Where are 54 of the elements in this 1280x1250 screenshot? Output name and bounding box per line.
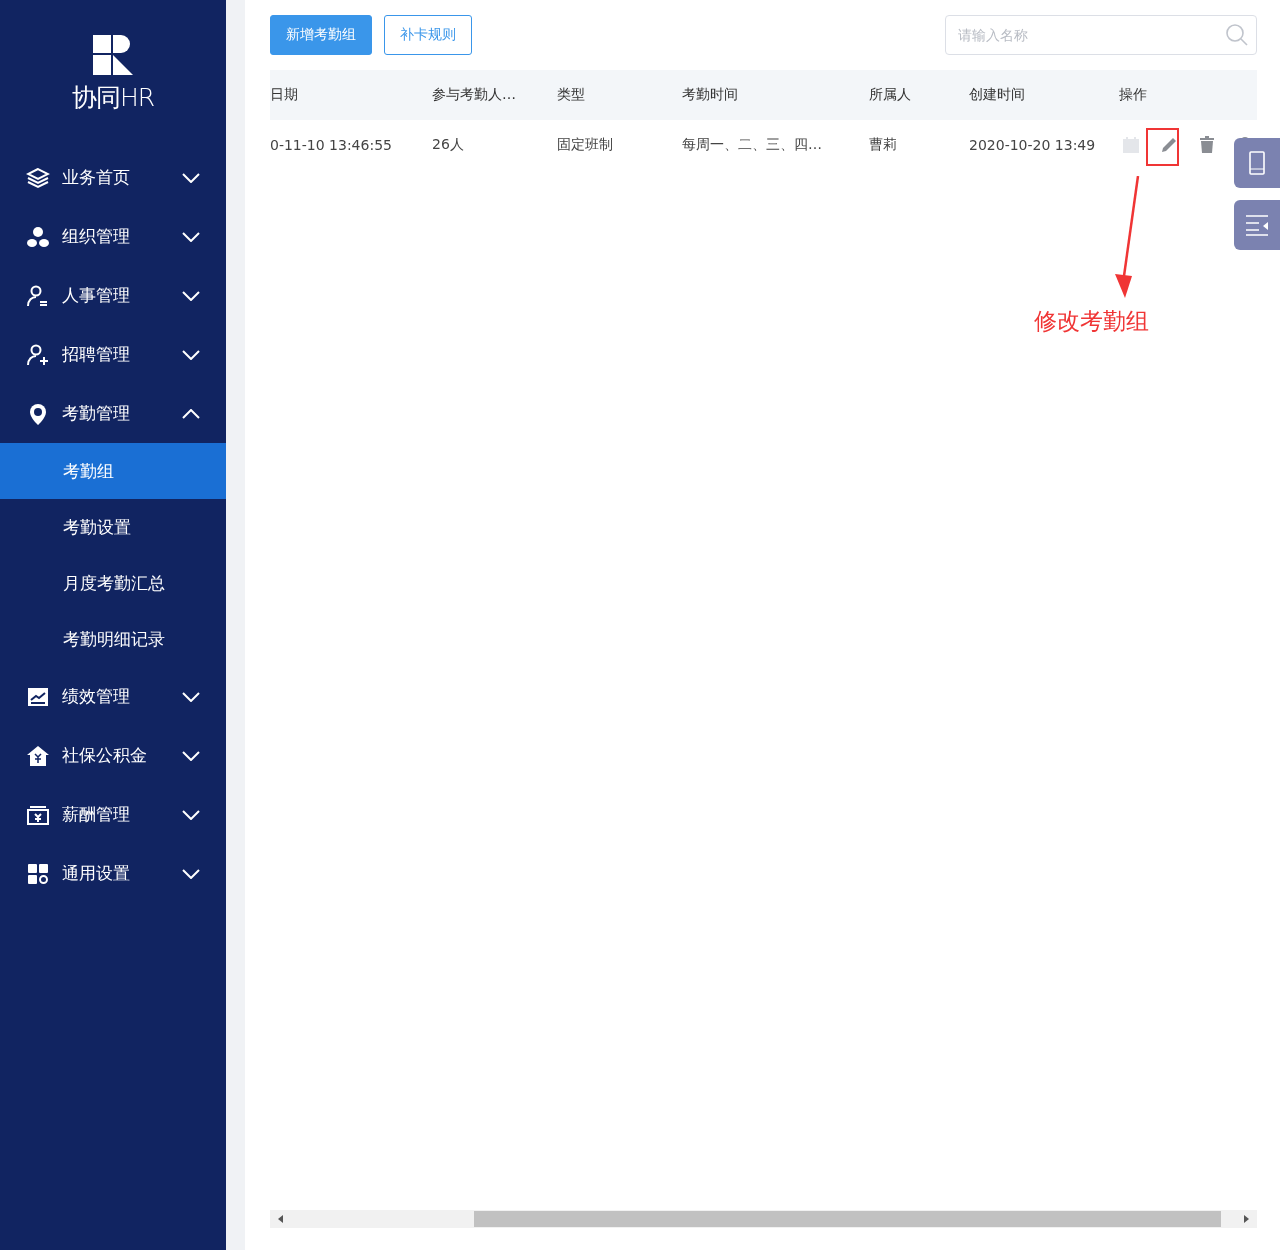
chevron-down-icon: [182, 231, 200, 242]
menu-item[interactable]: 绩效管理: [0, 667, 226, 726]
menu-item[interactable]: 人事管理: [0, 266, 226, 325]
submenu-item[interactable]: 考勤设置: [0, 499, 226, 555]
list-collapse-button[interactable]: [1234, 200, 1280, 250]
menu-item[interactable]: 薪酬管理: [0, 785, 226, 844]
tablet-icon: [1249, 151, 1265, 175]
menu-item[interactable]: 业务首页: [0, 148, 226, 207]
submenu-item[interactable]: 考勤组: [0, 443, 226, 499]
chevron-down-icon: [182, 172, 200, 183]
table-cell-text: 26人: [432, 135, 465, 154]
column-header: 操作: [1119, 70, 1257, 120]
logo-icon: [93, 34, 133, 75]
menu-item[interactable]: 社保公积金: [0, 726, 226, 785]
layers-icon: [26, 165, 50, 190]
chevron-down-icon: [182, 809, 200, 820]
people-icon: [26, 224, 50, 249]
column-header: 创建时间: [969, 70, 1119, 120]
column-header: 所属人: [869, 70, 969, 120]
grid-icon: [26, 861, 50, 886]
scroll-right-icon[interactable]: [1241, 1214, 1251, 1224]
chevron-down-icon: [182, 349, 200, 360]
chevron-down-icon: [182, 290, 200, 301]
table-cell-text: 每周一、二、三、四…: [682, 135, 823, 154]
column-header: 类型: [557, 70, 682, 120]
menu-item[interactable]: 考勤管理: [0, 384, 226, 443]
menu-item[interactable]: 招聘管理: [0, 325, 226, 384]
scroll-left-icon[interactable]: [276, 1214, 286, 1224]
list-collapse-icon: [1245, 214, 1269, 236]
user-icon: [26, 283, 50, 308]
table-cell-text: 0-11-10 13:46:55: [270, 136, 393, 155]
user-add-icon: [26, 342, 50, 367]
search-icon: [1225, 23, 1249, 47]
column-header: 日期: [270, 70, 432, 120]
column-header: 参与考勤人…: [432, 70, 557, 120]
annotation-text: 修改考勤组: [1034, 307, 1149, 336]
chevron-up-icon: [182, 408, 200, 419]
column-header: 考勤时间: [682, 70, 869, 120]
tablet-button[interactable]: [1234, 138, 1280, 188]
table-cell-text: 2020-10-20 13:49: [969, 136, 1097, 155]
menu-item[interactable]: 组织管理: [0, 207, 226, 266]
submenu-item[interactable]: 考勤明细记录: [0, 611, 226, 667]
table-cell-text: 固定班制: [557, 135, 614, 154]
house-icon: [26, 743, 50, 768]
submenu-item[interactable]: 月度考勤汇总: [0, 555, 226, 611]
horizontal-scrollbar[interactable]: [270, 1210, 1257, 1228]
logo-text: 协同HR: [71, 81, 155, 114]
highlight-frame: [1146, 128, 1179, 166]
search-field[interactable]: 请输入名称: [945, 15, 1257, 55]
chevron-down-icon: [182, 868, 200, 879]
menu-item[interactable]: 通用设置: [0, 844, 226, 903]
chevron-down-icon: [182, 750, 200, 761]
table-cell-text: 曹莉: [869, 135, 898, 154]
chevron-down-icon: [182, 691, 200, 702]
